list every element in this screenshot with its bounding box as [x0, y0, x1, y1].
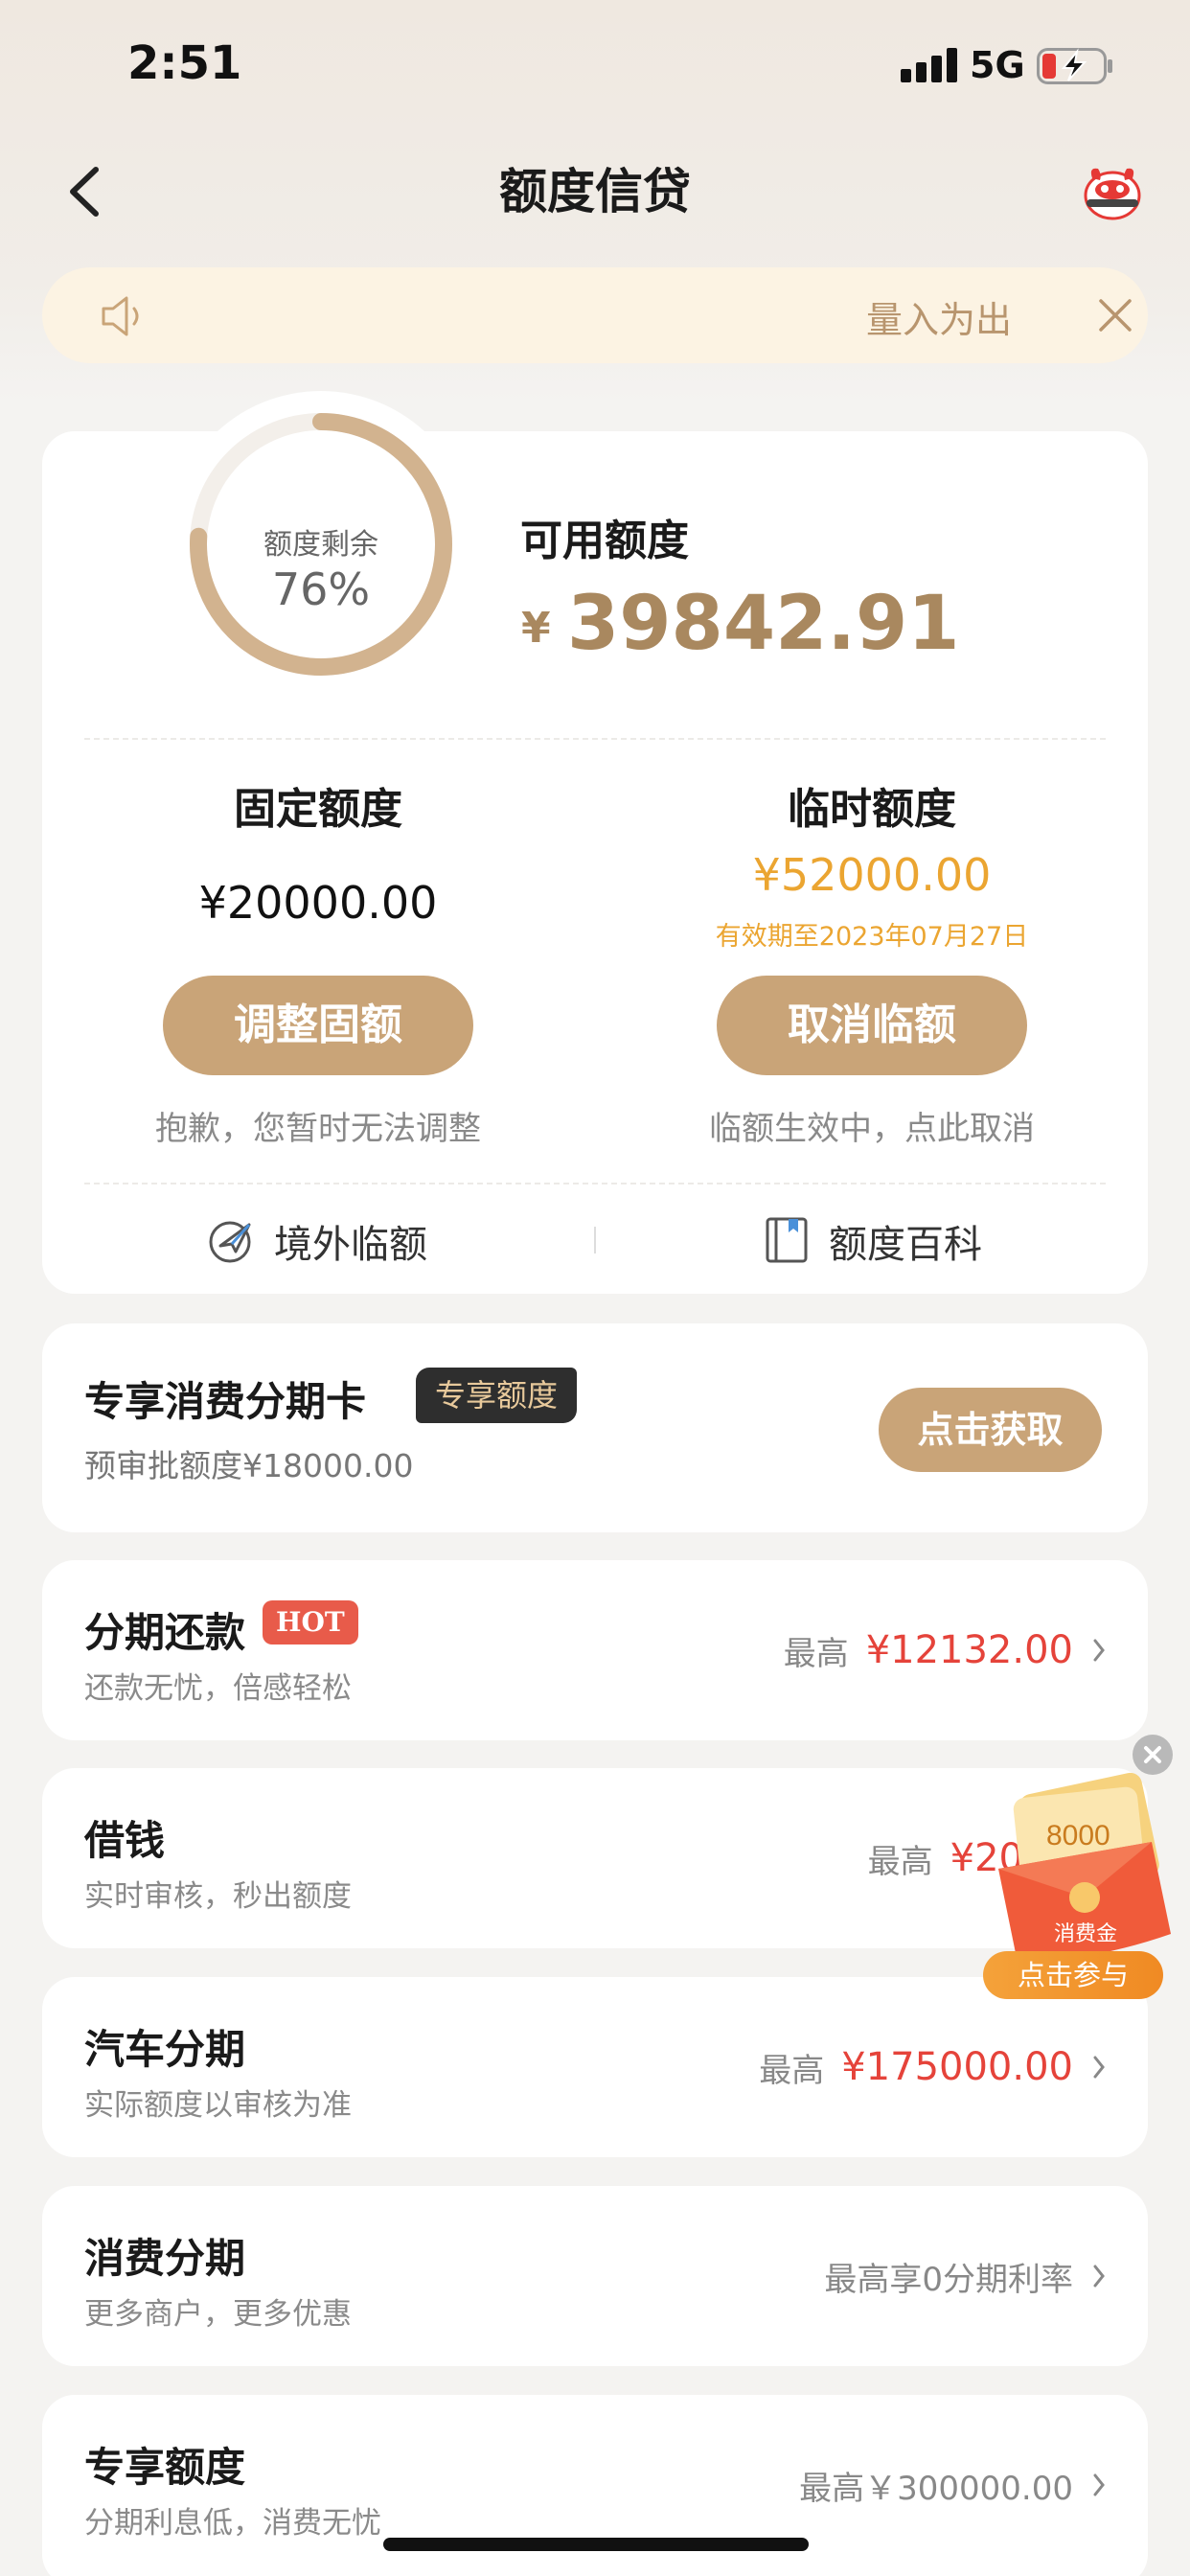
hot-badge: HOT [263, 1600, 358, 1644]
promo-amount: 8000 [1046, 1820, 1110, 1852]
available-amount: 39842.91 [567, 581, 960, 667]
divider [84, 738, 1106, 740]
item-subtitle: 还款无忧，倍感轻松 [84, 1671, 352, 1706]
temp-quota-label: 临时额度 [788, 785, 956, 834]
notice-text: 量入为出 [866, 299, 1013, 341]
exclusive-quota-tag: 专享额度 [416, 1368, 578, 1423]
max-prefix: 最高 [867, 1842, 933, 1881]
max-value: ¥12132.00 [865, 1628, 1073, 1672]
mascot-icon[interactable] [1081, 161, 1144, 222]
home-indicator [383, 2538, 809, 2551]
item-subtitle: 实时审核，秒出额度 [84, 1879, 352, 1914]
max-value: ¥175000.00 [841, 2045, 1073, 2089]
exclusive-card-subtitle: 预审批额度¥18000.00 [84, 1447, 414, 1484]
currency-symbol: ¥ [521, 604, 551, 653]
item-title: 专享额度 [84, 2444, 246, 2491]
item-subtitle: 实际额度以审核为准 [84, 2088, 352, 2123]
zero-rate-text: 最高享0分期利率 [824, 2260, 1073, 2299]
chevron-right-icon [1093, 2473, 1105, 2496]
cancel-hint[interactable]: 临额生效中，点此取消 [632, 1102, 1111, 1149]
item-max-amount: 最高￥300000.00 [799, 2395, 1073, 2575]
fixed-quota-label: 固定额度 [234, 785, 402, 834]
adjust-hint: 抱歉，您暂时无法调整 [155, 1110, 481, 1148]
list-item-car-installment[interactable]: 汽车分期 实际额度以审核为准 最高 ¥175000.00 [42, 1977, 1148, 2157]
item-subtitle: 更多商户，更多优惠 [84, 2297, 352, 2332]
chevron-right-icon [1093, 2265, 1105, 2288]
get-now-button[interactable]: 点击获取 [879, 1388, 1102, 1472]
status-time: 2:51 [127, 36, 242, 90]
exclusive-card-title: 专享消费分期卡 [84, 1378, 367, 1425]
divider [84, 1183, 1106, 1184]
quota-ring: 额度剩余 76% [168, 391, 474, 698]
adjust-fixed-button[interactable]: 调整固额 [163, 976, 473, 1075]
quota-encyclopedia-label: 额度百科 [829, 1223, 982, 1267]
notice-bar[interactable]: 量入为出 [42, 267, 1148, 363]
quota-encyclopedia-link[interactable]: 额度百科 [762, 1208, 1011, 1269]
max-text: 最高￥300000.00 [799, 2469, 1073, 2508]
signal-icon [901, 48, 960, 82]
battery-charging-icon [1037, 48, 1112, 84]
cancel-temp-button[interactable]: 取消临额 [717, 976, 1027, 1075]
overseas-quota-label: 境外临额 [274, 1223, 427, 1267]
book-icon [766, 1217, 808, 1263]
item-promo-text: 最高享0分期利率 [824, 2186, 1073, 2366]
exclusive-card[interactable]: 专享消费分期卡 专享额度 预审批额度¥18000.00 点击获取 [42, 1323, 1148, 1532]
item-subtitle: 分期利息低，消费无忧 [84, 2506, 381, 2541]
temp-quota-amount: ¥52000.00 [752, 849, 992, 901]
close-icon [1144, 1746, 1161, 1763]
ring-percent: 76% [271, 564, 371, 615]
page-title: 额度信贷 [499, 164, 691, 219]
link-divider [594, 1227, 596, 1254]
network-label: 5G [970, 44, 1025, 86]
fixed-quota-amount: ¥20000.00 [198, 877, 438, 929]
airplane-globe-icon [209, 1221, 251, 1263]
max-prefix: 最高 [759, 2051, 825, 2090]
item-max-amount: 最高 ¥12132.00 [784, 1560, 1073, 1740]
chevron-right-icon [1093, 1639, 1105, 1662]
list-item-installment-repayment[interactable]: 分期还款 HOT 还款无忧，倍感轻松 最高 ¥12132.00 [42, 1560, 1148, 1740]
close-icon[interactable] [1096, 296, 1134, 334]
speaker-icon [102, 296, 139, 336]
max-prefix: 最高 [783, 1634, 849, 1673]
promo-close-button[interactable] [1133, 1735, 1173, 1775]
ring-label: 额度剩余 [263, 528, 378, 562]
temp-quota-validity: 有效期至2023年07月27日 [715, 922, 1029, 952]
join-promo-button[interactable]: 点击参与 [983, 1951, 1163, 1999]
item-title: 借钱 [84, 1817, 166, 1864]
chevron-right-icon [1093, 2056, 1105, 2079]
item-title: 分期还款 [84, 1609, 246, 1656]
item-max-amount: 最高 ¥175000.00 [759, 1977, 1073, 2157]
available-label: 可用额度 [520, 517, 689, 565]
overseas-quota-link[interactable]: 境外临额 [207, 1208, 456, 1269]
item-title: 消费分期 [84, 2235, 246, 2282]
list-item-consumer-installment[interactable]: 消费分期 更多商户，更多优惠 最高享0分期利率 [42, 2186, 1148, 2366]
promo-label: 消费金 [1054, 1922, 1117, 1946]
item-title: 汽车分期 [84, 2026, 246, 2073]
